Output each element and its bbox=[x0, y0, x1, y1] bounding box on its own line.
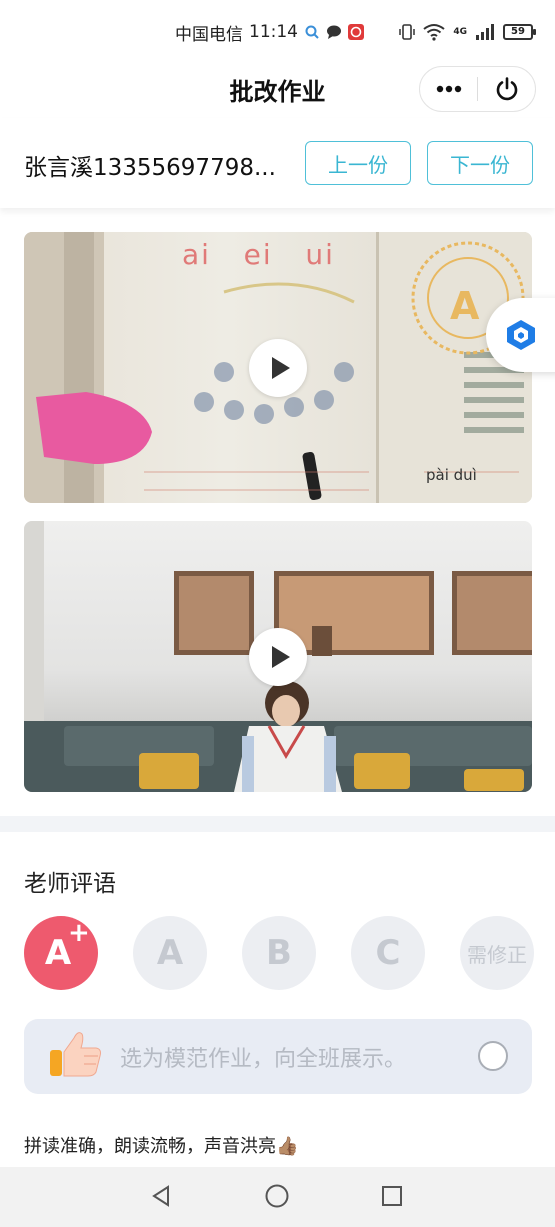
grade-needs-revision-label: 需修正 bbox=[467, 942, 527, 967]
signal-icon bbox=[476, 24, 494, 40]
title-bar: 批改作业 bbox=[0, 62, 555, 118]
student-header: 张言溪13355697798... 上一份 下一份 bbox=[0, 118, 555, 208]
grade-a-plus-button[interactable]: A + bbox=[24, 916, 98, 990]
mini-program-capsule bbox=[419, 66, 536, 112]
section-divider bbox=[0, 816, 555, 832]
more-icon bbox=[436, 85, 461, 93]
network-type: 4G bbox=[453, 27, 467, 37]
wifi-icon bbox=[423, 24, 445, 41]
more-button[interactable] bbox=[420, 66, 477, 112]
video-thumbnail-1[interactable]: ai ei ui pài duì A bbox=[24, 232, 532, 503]
award-badge: A bbox=[450, 284, 480, 328]
grade-c-button[interactable]: C bbox=[351, 916, 425, 990]
grade-b-label: B bbox=[266, 933, 292, 973]
status-bar: 中国电信 11:14 4G 59 bbox=[0, 0, 555, 62]
status-time: 11:14 bbox=[249, 22, 298, 42]
grade-a-button[interactable]: A bbox=[133, 916, 207, 990]
system-nav-bar bbox=[0, 1167, 555, 1227]
cube-logo-icon bbox=[507, 320, 535, 350]
grade-needs-revision-button[interactable]: 需修正 bbox=[460, 916, 534, 990]
feature-homework-label: 选为模范作业，向全班展示。 bbox=[120, 1047, 407, 1072]
textbook-caption: pài duì bbox=[426, 466, 477, 484]
app-icon bbox=[348, 24, 364, 40]
status-right: 4G 59 bbox=[399, 20, 536, 44]
thumbs-up-icon bbox=[50, 1032, 101, 1077]
grade-a-label: A bbox=[156, 933, 184, 973]
play-icon bbox=[271, 357, 290, 379]
vibrate-icon bbox=[399, 24, 416, 40]
teacher-comment-text: 拼读准确，朗读流畅，声音洪亮👍🏽 bbox=[24, 1136, 299, 1157]
grade-b-button[interactable]: B bbox=[242, 916, 316, 990]
floating-app-button[interactable] bbox=[486, 298, 555, 372]
power-icon bbox=[496, 77, 517, 101]
feature-radio[interactable] bbox=[478, 1041, 508, 1071]
teacher-comment-title: 老师评语 bbox=[24, 871, 116, 897]
textbook-heading: ai ei ui bbox=[182, 238, 335, 271]
play-button-2[interactable] bbox=[249, 628, 307, 686]
next-submission-button[interactable]: 下一份 bbox=[427, 141, 533, 185]
status-left: 中国电信 11:14 bbox=[175, 20, 364, 45]
back-button[interactable] bbox=[146, 1181, 176, 1211]
play-icon bbox=[271, 646, 290, 668]
video-thumbnail-2[interactable] bbox=[24, 521, 532, 792]
chat-icon bbox=[327, 25, 341, 39]
play-button-1[interactable] bbox=[249, 339, 307, 397]
prev-submission-button[interactable]: 上一份 bbox=[305, 141, 411, 185]
carrier-label: 中国电信 bbox=[175, 24, 243, 45]
student-name: 张言溪13355697798... bbox=[24, 155, 276, 181]
recents-icon bbox=[382, 1186, 402, 1206]
grade-c-label: C bbox=[375, 933, 401, 973]
battery-indicator: 59 bbox=[503, 24, 536, 40]
close-button[interactable] bbox=[478, 66, 535, 112]
home-icon bbox=[265, 1184, 289, 1208]
home-button[interactable] bbox=[262, 1181, 292, 1211]
recents-button[interactable] bbox=[377, 1181, 407, 1211]
back-icon bbox=[152, 1185, 169, 1207]
search-icon bbox=[305, 25, 319, 39]
plus-icon: + bbox=[68, 918, 90, 948]
feature-homework-toggle[interactable]: 选为模范作业，向全班展示。 bbox=[24, 1019, 532, 1094]
